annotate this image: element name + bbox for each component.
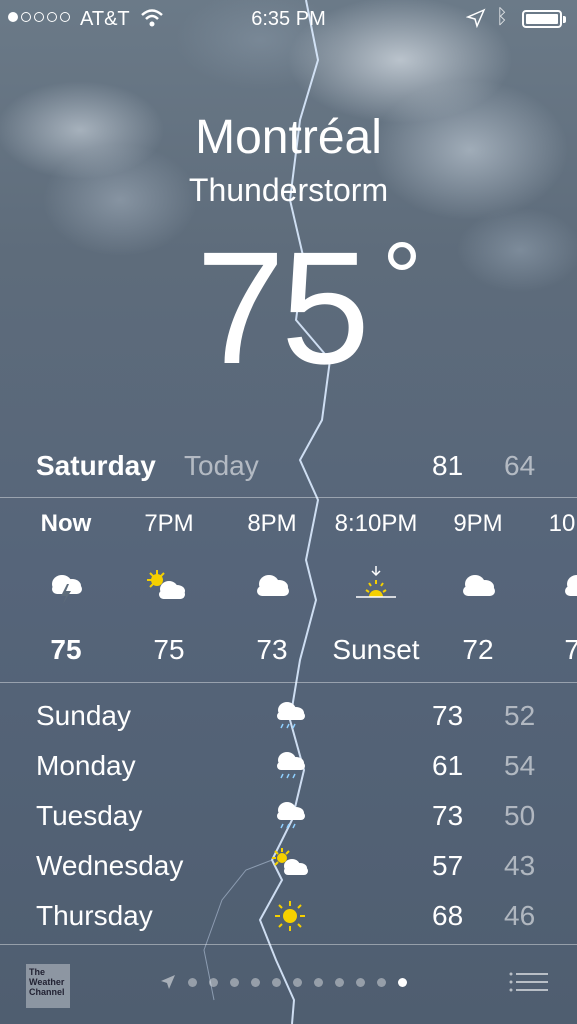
hourly-temp: 73 xyxy=(256,634,288,665)
page-dot xyxy=(356,977,365,987)
bottom-toolbar: The Weather Channel xyxy=(0,946,577,1024)
page-dot xyxy=(251,977,260,987)
daily-high: 73 xyxy=(432,800,464,831)
partly-sunny-icon xyxy=(147,570,185,599)
page-dot-active xyxy=(398,977,407,987)
daily-low: 54 xyxy=(504,750,536,781)
daily-row: Tuesday 73 50 xyxy=(0,796,577,846)
today-low: 64 xyxy=(504,450,536,481)
location-arrow-icon xyxy=(466,8,486,28)
divider xyxy=(0,497,577,498)
hourly-forecast-scroller[interactable]: Now 75 7PM 75 8PM 73 8:10PM Sunset 9PM 7… xyxy=(0,500,577,680)
daily-low: 52 xyxy=(504,700,536,731)
degree-symbol: ° xyxy=(382,222,422,334)
status-time: 6:35 PM xyxy=(251,8,326,30)
cloud-icon xyxy=(463,575,495,596)
page-dot xyxy=(335,977,344,987)
rain-cloud-icon xyxy=(277,702,305,729)
hourly-temp: 72 xyxy=(564,634,577,665)
hourly-time: Now xyxy=(40,510,92,537)
hourly-temp: 75 xyxy=(153,634,185,665)
daily-high: 73 xyxy=(432,700,464,731)
cloud-icon xyxy=(565,575,577,596)
thunderstorm-icon xyxy=(52,575,82,604)
hourly-temp: Sunset xyxy=(332,634,420,665)
daily-high: 57 xyxy=(432,850,464,881)
daily-low: 43 xyxy=(504,850,536,881)
page-dot xyxy=(314,977,323,987)
daily-day-name: Sunday xyxy=(36,700,131,731)
list-icon[interactable] xyxy=(508,970,550,998)
page-indicator[interactable] xyxy=(160,974,407,990)
daily-high: 61 xyxy=(432,750,464,781)
today-summary: Saturday Today 81 64 xyxy=(0,446,577,486)
rain-cloud-icon xyxy=(277,752,305,779)
daily-low: 50 xyxy=(504,800,536,831)
weather-channel-logo[interactable]: The Weather Channel xyxy=(26,964,70,1008)
daily-day-name: Monday xyxy=(36,750,136,781)
today-label: Today xyxy=(184,450,259,481)
daily-low: 46 xyxy=(504,900,536,931)
daily-day-name: Thursday xyxy=(36,900,153,931)
status-bar: AT&T 6:35 PM ᛒ xyxy=(0,0,577,40)
current-condition: Thunderstorm xyxy=(188,172,389,208)
page-dot xyxy=(188,977,197,987)
hourly-time: 9PM xyxy=(453,510,503,537)
current-temperature: 75 xyxy=(196,218,370,397)
daily-row: Thursday 68 46 xyxy=(0,896,577,946)
page-dot xyxy=(377,977,386,987)
hourly-time: 10PM xyxy=(548,510,577,537)
daily-day-name: Tuesday xyxy=(36,800,143,831)
cloud-icon xyxy=(257,575,289,596)
divider xyxy=(0,944,577,945)
partly-sunny-icon xyxy=(272,848,308,875)
today-high: 81 xyxy=(432,450,464,481)
page-dot xyxy=(209,977,218,987)
hourly-temp: 75 xyxy=(50,634,82,665)
daily-day-name: Wednesday xyxy=(36,850,184,881)
hourly-temp: 72 xyxy=(462,634,494,665)
rain-cloud-icon xyxy=(277,802,305,829)
page-dot xyxy=(293,977,302,987)
sun-icon xyxy=(275,901,305,931)
battery-icon xyxy=(522,10,566,28)
daily-row: Wednesday 57 43 xyxy=(0,846,577,896)
hourly-time: 8:10PM xyxy=(334,510,418,537)
hourly-time: 8PM xyxy=(247,510,297,537)
location-arrow-icon xyxy=(161,975,175,989)
divider xyxy=(0,682,577,683)
today-day-name: Saturday xyxy=(36,450,156,481)
daily-row: Sunday 73 52 xyxy=(0,696,577,746)
city-name: Montréal xyxy=(195,111,382,164)
page-dot xyxy=(230,977,239,987)
hourly-time: 7PM xyxy=(144,510,194,537)
sunset-icon xyxy=(356,566,396,598)
daily-high: 68 xyxy=(432,900,464,931)
page-dot xyxy=(272,977,281,987)
bluetooth-icon: ᛒ xyxy=(496,6,508,28)
daily-row: Monday 61 54 xyxy=(0,746,577,796)
